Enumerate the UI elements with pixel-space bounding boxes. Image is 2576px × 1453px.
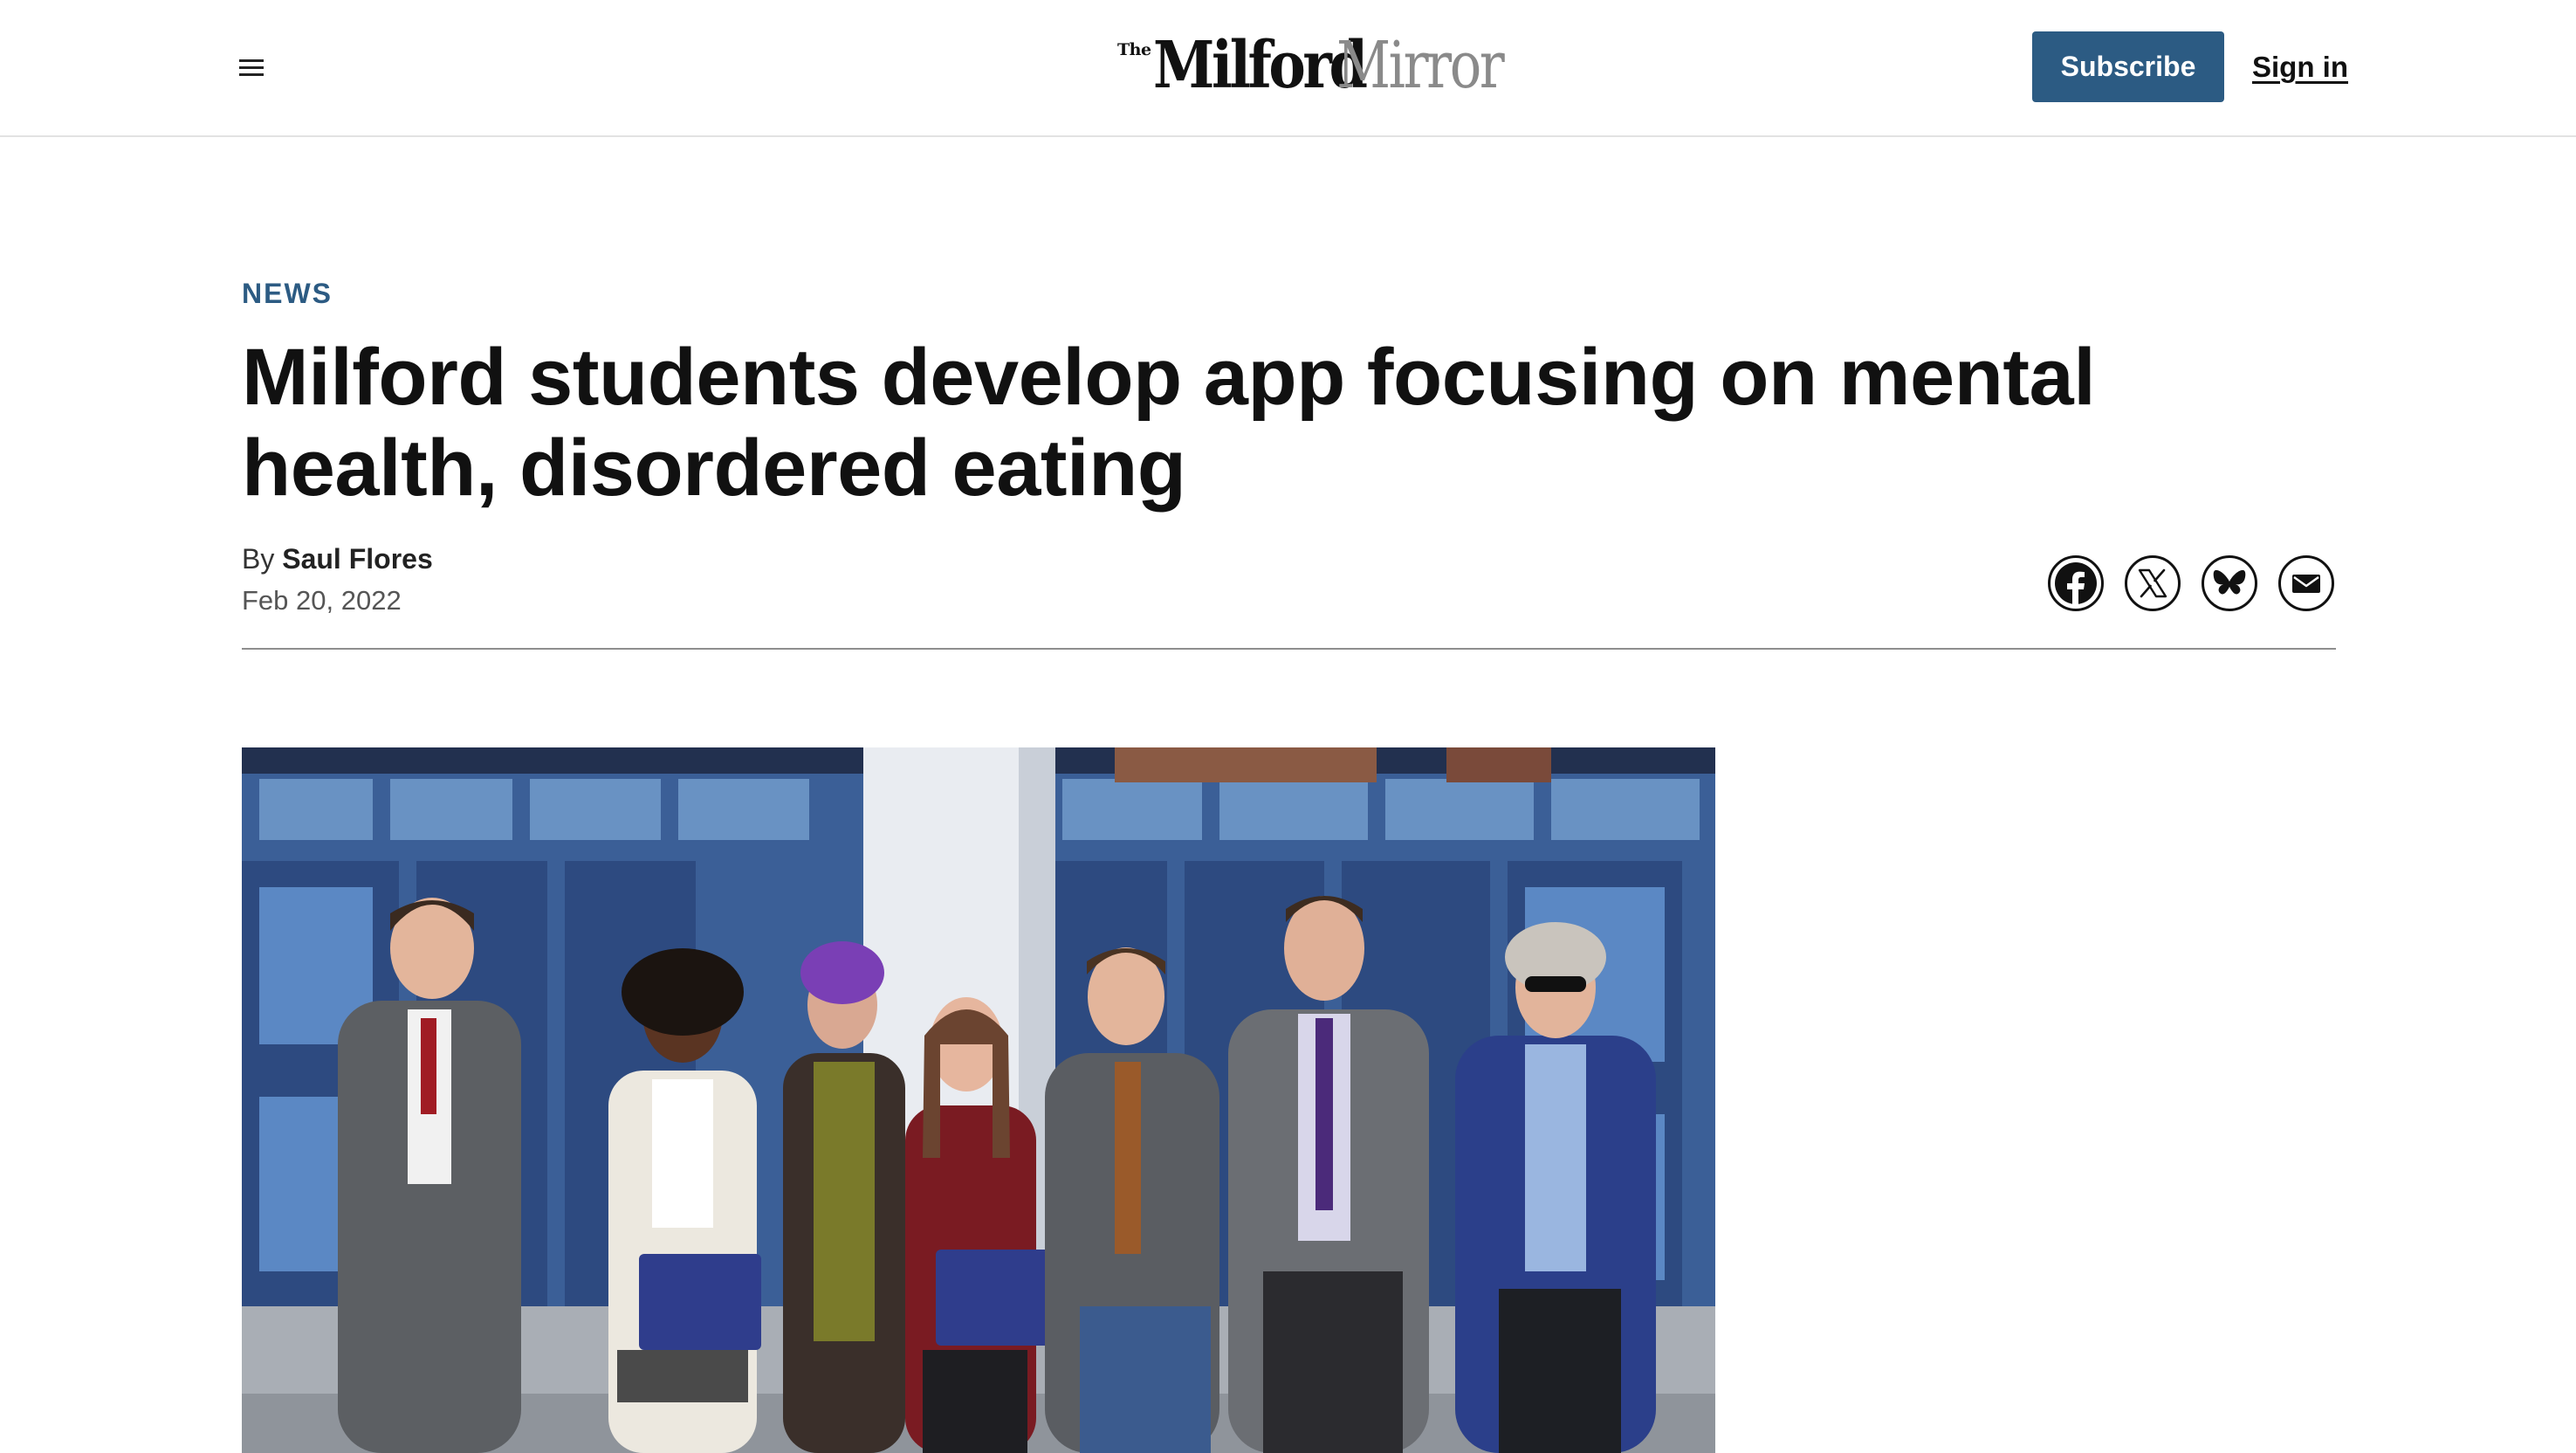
author-link[interactable]: Saul Flores: [282, 543, 433, 575]
menu-bar: [239, 72, 264, 76]
site-header: The Milford Mirror Subscribe Sign in: [0, 0, 2576, 137]
byline-prefix: By: [242, 543, 275, 575]
facebook-icon[interactable]: [2048, 555, 2104, 611]
lead-photo-illustration: [242, 747, 1715, 1453]
menu-bar: [239, 65, 264, 69]
sign-in-link[interactable]: Sign in: [2252, 45, 2348, 89]
section-label[interactable]: NEWS: [242, 278, 333, 310]
email-icon[interactable]: [2278, 555, 2334, 611]
logo-milford: Milford: [1152, 28, 1368, 103]
lead-photo: [242, 747, 1715, 1453]
publish-date: Feb 20, 2022: [242, 585, 402, 616]
logo-the: The: [1117, 40, 1151, 59]
share-bar: [2048, 555, 2334, 611]
site-logo[interactable]: The Milford Mirror: [1117, 26, 1511, 105]
byline: By Saul Flores: [242, 543, 433, 575]
x-icon[interactable]: [2125, 555, 2181, 611]
subscribe-button[interactable]: Subscribe: [2032, 31, 2224, 102]
header-divider: [242, 648, 2336, 650]
article-headline: Milford students develop app focusing on…: [242, 333, 2096, 513]
menu-bar: [239, 59, 264, 62]
logo-mirror: Mirror: [1336, 28, 1505, 103]
bluesky-icon[interactable]: [2202, 555, 2257, 611]
hamburger-menu-icon[interactable]: [230, 49, 272, 86]
